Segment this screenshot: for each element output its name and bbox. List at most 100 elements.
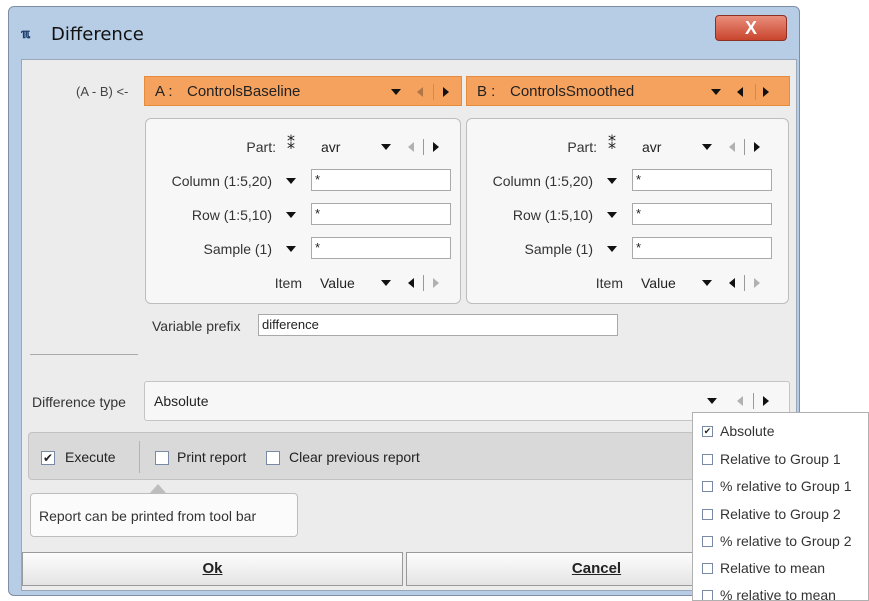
separator <box>433 84 434 100</box>
panel-b: Part: ⁑ avr Column (1:5,20) * Row (1:5,1… <box>466 118 789 304</box>
chevron-down-icon[interactable] <box>381 280 391 286</box>
separator <box>744 275 745 291</box>
difference-type-label: Difference type <box>32 394 126 410</box>
option-checkbox <box>702 481 713 492</box>
asterisk-icon[interactable]: ⁑ <box>608 134 616 154</box>
next-icon[interactable] <box>754 142 760 152</box>
option-checkbox <box>702 509 713 520</box>
part-value: avr <box>321 139 341 155</box>
dropdown-option[interactable]: Relative to mean <box>693 556 868 583</box>
option-checkbox: ✔ <box>702 426 713 437</box>
chevron-down-icon[interactable] <box>607 178 617 184</box>
chevron-down-icon[interactable] <box>381 144 391 150</box>
column-input[interactable]: * <box>632 169 772 191</box>
previous-icon[interactable] <box>417 87 423 97</box>
chevron-down-icon[interactable] <box>286 246 296 252</box>
dropdown-option[interactable]: % relative to Group 2 <box>693 529 868 556</box>
tooltip-pointer <box>150 484 166 493</box>
dropdown-option[interactable]: Relative to Group 2 <box>693 502 868 529</box>
column-input[interactable]: * <box>311 169 451 191</box>
column-label: Column (1:5,20) <box>171 173 272 189</box>
clear-previous-report-label: Clear previous report <box>289 449 420 465</box>
divider <box>30 354 138 355</box>
selector-b[interactable]: B : ControlsSmoothed <box>466 76 790 106</box>
selector-b-value: ControlsSmoothed <box>510 83 635 100</box>
dropdown-option[interactable]: % relative to Group 1 <box>693 474 868 501</box>
ok-button[interactable]: Ok <box>22 552 403 586</box>
dropdown-option[interactable]: Relative to Group 1 <box>693 447 868 474</box>
sample-input[interactable]: * <box>632 237 772 259</box>
part-value: avr <box>642 139 662 155</box>
previous-icon[interactable] <box>408 278 414 288</box>
previous-icon[interactable] <box>737 396 743 406</box>
option-checkbox <box>702 590 713 600</box>
previous-icon[interactable] <box>729 278 735 288</box>
part-label: Part: <box>567 139 597 155</box>
execute-checkbox[interactable]: ✔ <box>41 451 55 465</box>
dropdown-option[interactable]: ✔ Absolute <box>693 419 868 446</box>
part-label: Part: <box>246 139 276 155</box>
chevron-down-icon[interactable] <box>702 280 712 286</box>
options-row: ✔ Execute Print report Clear previous re… <box>28 432 792 480</box>
print-report-checkbox[interactable] <box>155 451 169 465</box>
option-checkbox <box>702 454 713 465</box>
next-icon[interactable] <box>443 87 449 97</box>
row-label: Row (1:5,10) <box>512 207 593 223</box>
chevron-down-icon[interactable] <box>286 178 296 184</box>
app-logo-icon: ℼ <box>21 26 31 41</box>
chevron-down-icon[interactable] <box>286 212 296 218</box>
next-icon[interactable] <box>754 278 760 288</box>
variable-prefix-input[interactable]: difference <box>258 314 618 336</box>
selector-a-value: ControlsBaseline <box>187 83 301 100</box>
difference-type-value: Absolute <box>154 393 209 409</box>
row-label: Row (1:5,10) <box>191 207 272 223</box>
next-icon[interactable] <box>433 142 439 152</box>
option-label: Relative to mean <box>720 560 826 576</box>
chevron-down-icon[interactable] <box>391 89 401 95</box>
close-button[interactable]: X <box>715 15 787 41</box>
option-label: Absolute <box>720 423 775 439</box>
panel-a: Part: ⁑ avr Column (1:5,20) * Row (1:5,1… <box>145 118 461 304</box>
formula-label: (A - B) <- <box>76 84 129 99</box>
next-icon[interactable] <box>433 278 439 288</box>
asterisk-icon[interactable]: ⁑ <box>287 134 295 154</box>
item-value: Value <box>641 275 676 291</box>
previous-icon[interactable] <box>408 142 414 152</box>
dialog-window: ℼ Difference X (A - B) <- A : ControlsBa… <box>8 6 800 596</box>
item-label: Item <box>274 275 302 291</box>
previous-icon[interactable] <box>737 87 743 97</box>
chevron-down-icon[interactable] <box>607 246 617 252</box>
chevron-down-icon[interactable] <box>607 212 617 218</box>
column-label: Column (1:5,20) <box>492 173 593 189</box>
clear-previous-report-checkbox[interactable] <box>266 451 280 465</box>
print-report-label: Print report <box>177 449 247 465</box>
separator <box>423 275 424 291</box>
chevron-down-icon[interactable] <box>702 144 712 150</box>
option-checkbox <box>702 536 713 547</box>
sample-label: Sample (1) <box>203 241 272 257</box>
window-title: Difference <box>51 24 144 45</box>
separator <box>423 139 424 155</box>
item-value: Value <box>320 275 355 291</box>
item-label: Item <box>595 275 623 291</box>
selector-a[interactable]: A : ControlsBaseline <box>144 76 462 106</box>
separator <box>755 84 756 100</box>
next-icon[interactable] <box>763 396 769 406</box>
separator <box>753 393 754 409</box>
sample-label: Sample (1) <box>524 241 593 257</box>
title-bar[interactable]: ℼ Difference X <box>9 7 799 59</box>
chevron-down-icon[interactable] <box>711 89 721 95</box>
variable-prefix-label: Variable prefix <box>152 318 241 334</box>
execute-label: Execute <box>65 449 116 465</box>
separator <box>139 441 140 473</box>
row-input[interactable]: * <box>632 203 772 225</box>
difference-type-dropdown: ✔ Absolute Relative to Group 1 % relativ… <box>692 412 869 601</box>
option-label: % relative to Group 2 <box>720 533 852 549</box>
chevron-down-icon[interactable] <box>707 398 717 404</box>
next-icon[interactable] <box>763 87 769 97</box>
tooltip: Report can be printed from tool bar <box>30 493 298 537</box>
row-input[interactable]: * <box>311 203 451 225</box>
dropdown-option[interactable]: % relative to mean <box>693 583 868 600</box>
sample-input[interactable]: * <box>311 237 451 259</box>
previous-icon[interactable] <box>729 142 735 152</box>
